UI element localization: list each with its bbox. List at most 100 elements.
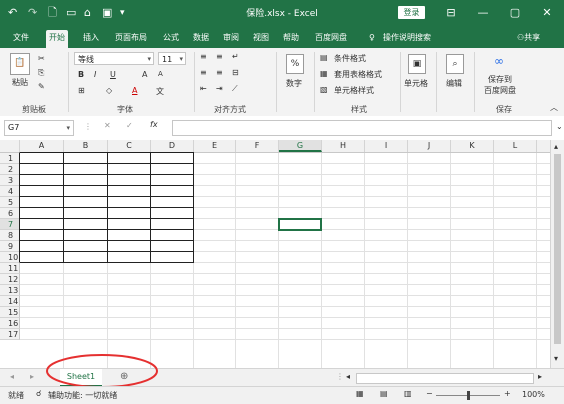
customize-qat-icon[interactable]: ▾ (120, 5, 125, 21)
zoom-slider-thumb[interactable] (467, 391, 470, 400)
table-format-icon[interactable]: ▦ (320, 69, 328, 78)
paste-button[interactable]: 粘贴 (12, 77, 28, 88)
cells-button[interactable]: 单元格 (404, 78, 428, 89)
scroll-left-icon[interactable]: ◂ (346, 372, 350, 381)
tab-insert[interactable]: 插入 (80, 30, 102, 48)
name-box[interactable]: G7 ▾ (4, 120, 74, 136)
formula-bar: G7 ▾ ⋮ ✕ ✓ fx ⌄ (0, 116, 564, 141)
increase-indent-icon[interactable]: ⇥ (216, 84, 223, 93)
grow-font-button[interactable]: A (142, 70, 147, 79)
vertical-scrollbar[interactable]: ▴ ▾ (550, 140, 564, 368)
insert-function-button[interactable]: fx (150, 120, 158, 129)
formula-input[interactable] (172, 120, 552, 136)
divider (276, 52, 277, 112)
paste-icon[interactable]: 📋 (10, 53, 30, 75)
table-format-button[interactable]: 套用表格格式 (334, 69, 382, 80)
tab-formulas[interactable]: 公式 (160, 30, 182, 48)
editing-button[interactable]: 编辑 (446, 78, 462, 89)
divider (314, 52, 315, 112)
tell-me-search[interactable]: 操作说明搜索 (380, 30, 434, 48)
next-sheet-icon[interactable]: ▸ (30, 372, 34, 381)
top-align-icon[interactable]: ≡ (200, 52, 207, 61)
italic-button[interactable]: I (94, 70, 96, 79)
tab-review[interactable]: 审阅 (220, 30, 242, 48)
middle-align-icon[interactable]: ≡ (216, 52, 223, 61)
merge-center-icon[interactable]: ⊟ (232, 68, 239, 77)
cell-styles-icon[interactable]: ▧ (320, 85, 328, 94)
conditional-format-button[interactable]: 条件格式 (334, 53, 366, 64)
minimize-button[interactable]: — (470, 3, 496, 23)
bold-button[interactable]: B (78, 70, 84, 79)
scroll-right-icon[interactable]: ▸ (538, 372, 542, 381)
fill-color-icon[interactable]: ◇ (106, 86, 112, 95)
new-file-icon[interactable]: ▭ (66, 5, 76, 21)
accessibility-icon[interactable]: ☌ (36, 389, 41, 398)
baidu-netdisk-label[interactable]: 百度网盘 (484, 85, 516, 96)
search-icon[interactable]: ⌕ (446, 54, 464, 74)
page-layout-view-icon[interactable]: ▤ (380, 389, 388, 398)
zoom-out-icon[interactable]: − (426, 389, 433, 398)
tab-home[interactable]: 开始 (46, 30, 68, 48)
more-dots-icon: ⋮ (336, 372, 344, 381)
number-button[interactable]: 数字 (286, 78, 302, 89)
annotation-ellipse (46, 354, 158, 388)
maximize-button[interactable]: ▢ (502, 3, 528, 23)
tab-help[interactable]: 帮助 (280, 30, 302, 48)
print-preview-icon[interactable]: 🗋 (48, 5, 57, 21)
zoom-in-icon[interactable]: + (504, 389, 511, 398)
cell-styles-button[interactable]: 单元格样式 (334, 85, 374, 96)
page-break-view-icon[interactable]: ▥ (404, 389, 412, 398)
enter-icon[interactable]: ✓ (126, 121, 133, 130)
align-center-icon[interactable]: ≡ (216, 68, 223, 77)
open-folder-icon[interactable]: ⌂ (84, 5, 91, 21)
expand-formula-icon[interactable]: ⌄ (556, 122, 563, 131)
normal-view-icon[interactable]: ▦ (356, 389, 364, 398)
font-size-combo[interactable]: 11 ▾ (158, 52, 186, 65)
decrease-indent-icon[interactable]: ⇤ (200, 84, 207, 93)
collapse-ribbon-icon[interactable]: ︿ (550, 102, 558, 113)
undo-icon[interactable]: ↶ (8, 5, 17, 21)
align-left-icon[interactable]: ≡ (200, 68, 207, 77)
table-borders (19, 152, 194, 263)
wrap-text-icon[interactable]: ↵ (232, 52, 239, 61)
orientation-icon[interactable]: ⟋ (232, 84, 238, 94)
cells-icon[interactable]: ▣ (408, 54, 426, 74)
phonetic-button[interactable]: 文 (156, 86, 164, 97)
redo-icon[interactable]: ↷ (28, 5, 37, 21)
share-label: 共享 (524, 33, 541, 42)
percent-icon[interactable]: % (286, 54, 304, 74)
prev-sheet-icon[interactable]: ◂ (10, 372, 14, 381)
cancel-icon[interactable]: ✕ (104, 121, 111, 130)
more-dots-icon: ⋮ (84, 122, 92, 131)
font-name-combo[interactable]: 等线 ▾ (74, 52, 154, 65)
tab-file[interactable]: 文件 (10, 30, 32, 48)
tab-data[interactable]: 数据 (190, 30, 212, 48)
save-icon[interactable]: ▣ (102, 5, 112, 21)
ribbon-display-options-icon[interactable]: ⊟ (438, 3, 464, 23)
cut-icon[interactable]: ✂ (38, 54, 45, 63)
tab-page-layout[interactable]: 页面布局 (112, 30, 150, 48)
baidu-netdisk-icon[interactable]: ∞ (494, 54, 504, 68)
zoom-level[interactable]: 100% (522, 390, 545, 399)
shrink-font-button[interactable]: A (158, 70, 163, 78)
share-button[interactable]: ⚇共享 (514, 30, 543, 48)
borders-icon[interactable]: ⊞ (78, 86, 85, 95)
save-group-label: 保存 (496, 105, 512, 114)
tab-view[interactable]: 视图 (250, 30, 272, 48)
format-painter-icon[interactable]: ✎ (38, 82, 45, 91)
font-color-button[interactable]: A (132, 86, 137, 95)
close-button[interactable]: ✕ (534, 3, 560, 23)
save-to-label[interactable]: 保存到 (488, 74, 512, 85)
underline-button[interactable]: U (110, 70, 116, 79)
scroll-thumb[interactable] (554, 154, 561, 344)
selected-cell[interactable] (278, 218, 322, 231)
scroll-down-icon[interactable]: ▾ (554, 354, 558, 363)
worksheet-grid[interactable]: ABCDEFGHIJKL 1 2 3 4 5 6 7 8 9 10 11 12 13 14 15 16 17 (0, 140, 550, 368)
scroll-up-icon[interactable]: ▴ (554, 142, 558, 151)
conditional-format-icon[interactable]: ▤ (320, 53, 328, 62)
accessibility-status[interactable]: 辅助功能: 一切就绪 (48, 390, 117, 401)
copy-icon[interactable]: ⎘ (38, 68, 44, 78)
login-button[interactable]: 登录 (398, 6, 425, 19)
horizontal-scrollbar[interactable] (356, 373, 534, 384)
tab-baidu-netdisk[interactable]: 百度网盘 (312, 30, 350, 48)
